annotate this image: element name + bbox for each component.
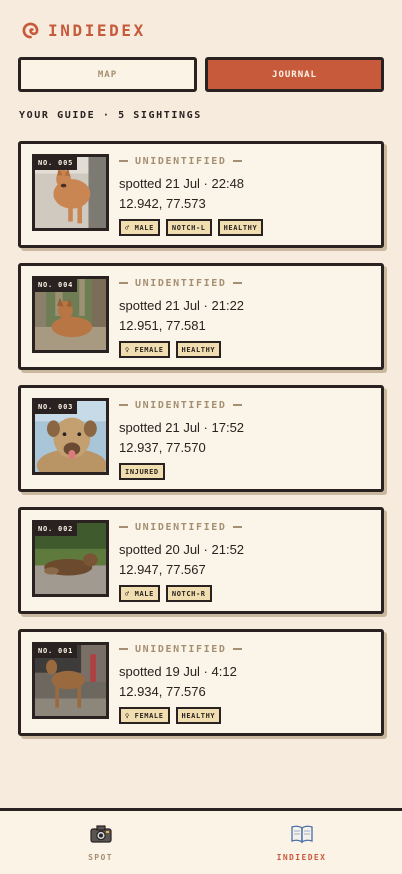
- sighting-number-badge: NO. 002: [35, 523, 78, 536]
- status-label: UNIDENTIFIED: [135, 521, 227, 533]
- tag-list: ♀ FEMALE HEALTHY: [119, 341, 373, 358]
- tag-list: INJURED: [119, 463, 373, 480]
- gps-coordinates: 12.937, 77.570: [119, 440, 206, 455]
- dash-left: [119, 282, 128, 284]
- identification-status: UNIDENTIFIED: [119, 154, 373, 168]
- gps-coordinates: 12.942, 77.573: [119, 196, 206, 211]
- sighting-card[interactable]: NO. 005 UNIDENTIFIED spotted 21 Jul · 22…: [18, 141, 384, 248]
- spotted-time: spotted 20 Jul · 21:52: [119, 542, 245, 557]
- spotted-time: spotted 21 Jul · 17:52: [119, 420, 245, 435]
- status-label: UNIDENTIFIED: [135, 277, 227, 289]
- dash-right: [233, 282, 243, 284]
- sighting-card[interactable]: NO. 003 UNIDENTIFIED spotted 21 Jul · 17…: [18, 385, 384, 492]
- dog-photo: NO. 005: [32, 154, 109, 231]
- identification-status: UNIDENTIFIED: [119, 276, 373, 290]
- sighting-details: UNIDENTIFIED spotted 19 Jul · 4:12 12.93…: [119, 642, 373, 724]
- sighting-details: UNIDENTIFIED spotted 20 Jul · 21:52 12.9…: [119, 520, 373, 602]
- nav-spot[interactable]: SPOT: [0, 811, 201, 874]
- identification-status: UNIDENTIFIED: [119, 520, 373, 534]
- app-title: INDIEDEX: [48, 20, 146, 40]
- sightings-count-heading: YOUR GUIDE · 5 SIGHTINGS: [19, 110, 202, 121]
- sighting-number-badge: NO. 004: [35, 279, 78, 292]
- dash-right: [233, 160, 243, 162]
- book-icon: [290, 825, 313, 844]
- view-tabs: MAP JOURNAL: [18, 57, 384, 92]
- spotted-time: spotted 21 Jul · 21:22: [119, 298, 245, 313]
- dash-left: [119, 526, 128, 528]
- sighting-details: UNIDENTIFIED spotted 21 Jul · 21:22 12.9…: [119, 276, 373, 358]
- tag-health: INJURED: [119, 463, 165, 480]
- camera-icon: [89, 825, 112, 843]
- tab-map[interactable]: MAP: [18, 57, 197, 92]
- nav-indiedex[interactable]: INDIEDEX: [201, 811, 402, 874]
- app-root: INDIEDEX MAP JOURNAL YOUR GUIDE · 5 SIGH…: [0, 0, 402, 874]
- status-label: UNIDENTIFIED: [135, 643, 227, 655]
- sighting-number-badge: NO. 005: [35, 157, 78, 170]
- tag-health: HEALTHY: [217, 219, 264, 236]
- nav-spot-label: SPOT: [88, 853, 113, 862]
- dash-left: [119, 404, 128, 406]
- sighting-number-badge: NO. 003: [35, 401, 78, 414]
- sighting-number-badge: NO. 001: [35, 645, 78, 658]
- bottom-navigation: SPOT INDIEDEX: [0, 808, 402, 874]
- sighting-details: UNIDENTIFIED spotted 21 Jul · 17:52 12.9…: [119, 398, 373, 480]
- sighting-card[interactable]: NO. 002 UNIDENTIFIED spotted 20 Jul · 21…: [18, 507, 384, 614]
- tag-mark: NOTCH-L: [165, 219, 212, 236]
- dog-photo: NO. 003: [32, 398, 109, 475]
- spotted-time: spotted 21 Jul · 22:48: [119, 176, 245, 191]
- tab-journal[interactable]: JOURNAL: [205, 57, 384, 92]
- spotted-time: spotted 19 Jul · 4:12: [119, 664, 237, 679]
- sightings-list: NO. 005 UNIDENTIFIED spotted 21 Jul · 22…: [18, 141, 386, 751]
- sighting-details: UNIDENTIFIED spotted 21 Jul · 22:48 12.9…: [119, 154, 373, 236]
- status-label: UNIDENTIFIED: [135, 155, 227, 167]
- dash-right: [233, 648, 243, 650]
- tag-sex: ♀ FEMALE: [119, 707, 170, 724]
- status-label: UNIDENTIFIED: [135, 399, 227, 411]
- tag-health: HEALTHY: [175, 707, 222, 724]
- gps-coordinates: 12.947, 77.567: [119, 562, 206, 577]
- tag-sex: ♂ MALE: [119, 219, 160, 236]
- tag-sex: ♂ MALE: [119, 585, 160, 602]
- app-header: INDIEDEX: [22, 19, 146, 41]
- dash-right: [233, 404, 243, 406]
- gps-coordinates: 12.951, 77.581: [119, 318, 206, 333]
- dash-left: [119, 160, 128, 162]
- dash-right: [233, 526, 243, 528]
- dash-left: [119, 648, 128, 650]
- nav-indiedex-label: INDIEDEX: [276, 853, 327, 862]
- tag-list: ♂ MALE NOTCH-L HEALTHY: [119, 219, 373, 236]
- sighting-card[interactable]: NO. 001 UNIDENTIFIED spotted 19 Jul · 4:…: [18, 629, 384, 736]
- tag-list: ♀ FEMALE HEALTHY: [119, 707, 373, 724]
- tag-health: HEALTHY: [175, 341, 222, 358]
- dog-photo: NO. 001: [32, 642, 109, 719]
- dog-photo: NO. 004: [32, 276, 109, 353]
- tag-sex: ♀ FEMALE: [119, 341, 170, 358]
- tag-mark: NOTCH-R: [165, 585, 212, 602]
- gps-coordinates: 12.934, 77.576: [119, 684, 206, 699]
- sighting-card[interactable]: NO. 004 UNIDENTIFIED spotted 21 Jul · 21…: [18, 263, 384, 370]
- dog-photo: NO. 002: [32, 520, 109, 597]
- identification-status: UNIDENTIFIED: [119, 398, 373, 412]
- identification-status: UNIDENTIFIED: [119, 642, 373, 656]
- tag-list: ♂ MALE NOTCH-R: [119, 585, 373, 602]
- swirl-logo-icon: [22, 22, 39, 38]
